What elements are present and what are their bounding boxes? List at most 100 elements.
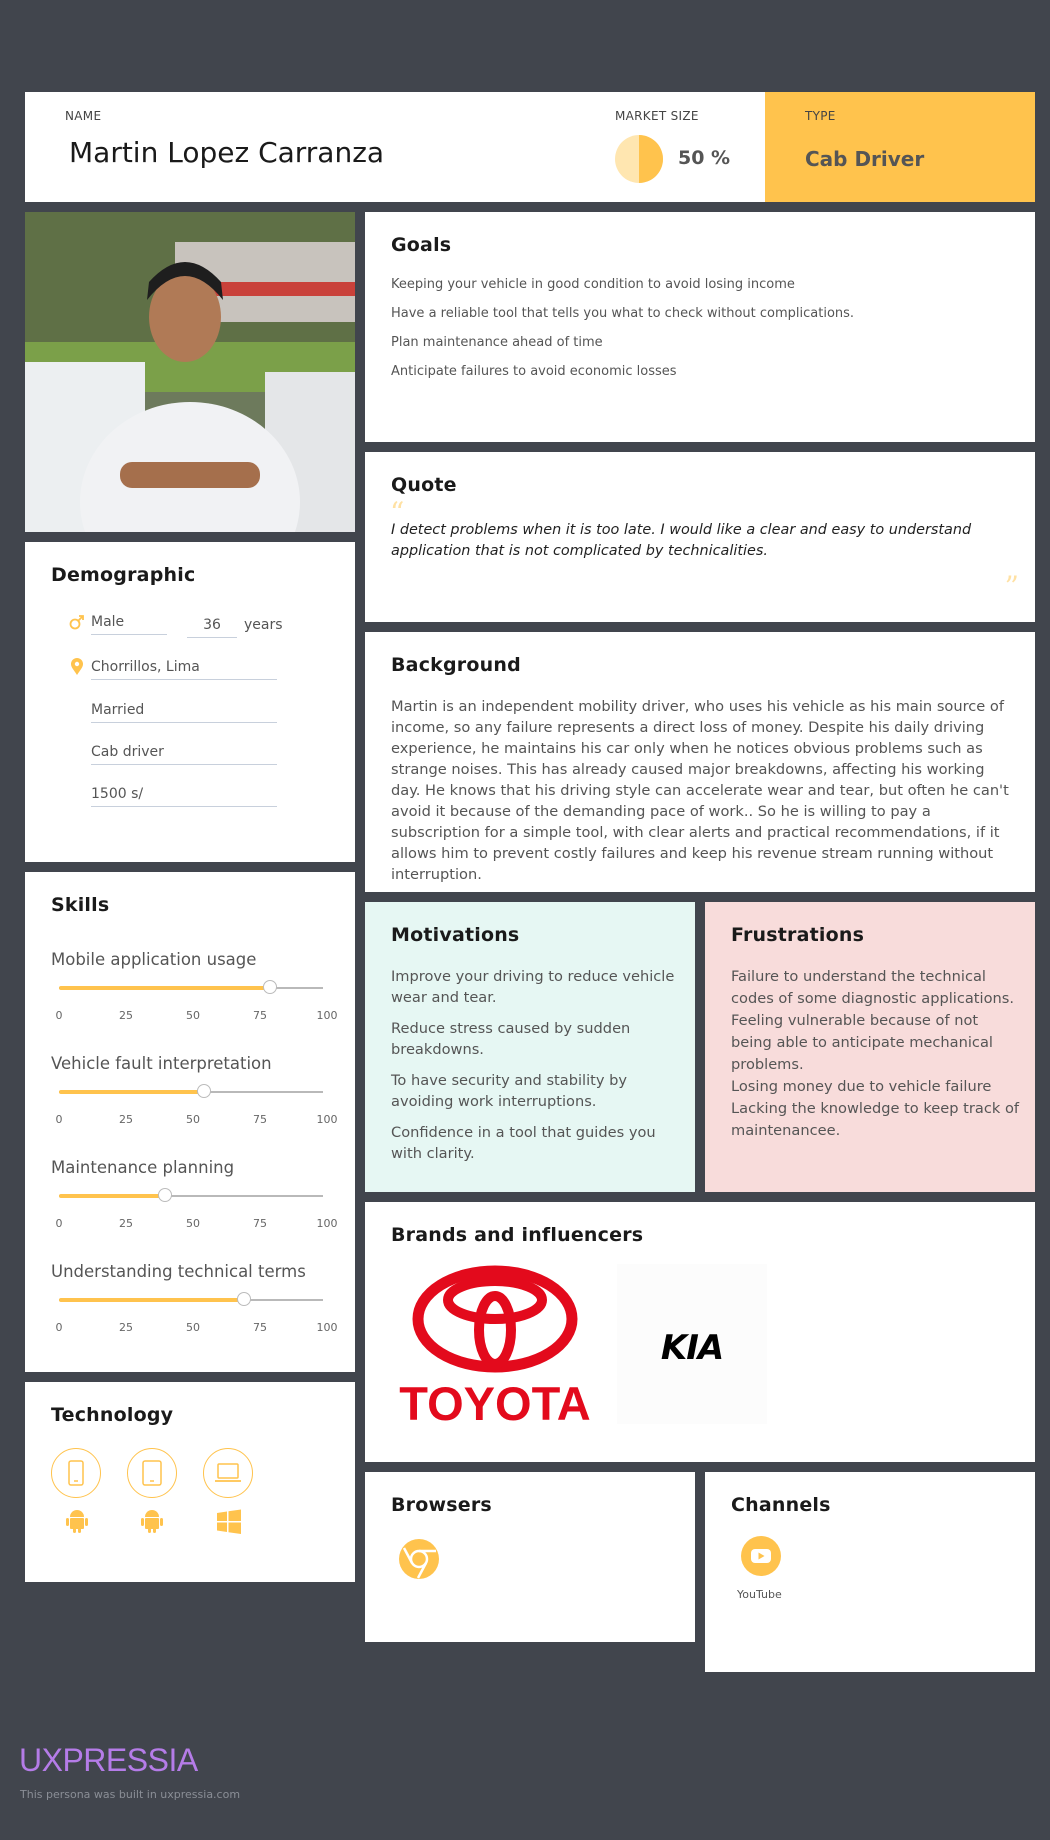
type-value[interactable]: Cab Driver [805, 147, 924, 171]
background-title: Background [391, 654, 521, 676]
skill-tick-label: 100 [316, 1217, 338, 1230]
skill-tick-label: 0 [55, 1113, 63, 1126]
motivations-list: Improve your driving to reduce vehicle w… [391, 966, 681, 1174]
location-pin-icon [70, 658, 84, 681]
persona-photo [25, 212, 355, 532]
frustrations-text: Failure to understand the technical code… [731, 968, 1020, 1139]
name-label: NAME [65, 109, 102, 123]
android-icon [65, 1508, 89, 1539]
photo-illustration [25, 212, 355, 532]
location-field[interactable]: Chorrillos, Lima [91, 659, 277, 680]
skill-tick-label: 50 [186, 1321, 200, 1334]
skill-slider-handle[interactable] [157, 1188, 172, 1202]
marital-status-field[interactable]: Married [91, 702, 277, 723]
type-panel: TYPE Cab Driver [765, 92, 1035, 202]
channels-title: Channels [731, 1494, 831, 1516]
goals-card: Goals Keeping your vehicle in good condi… [365, 212, 1035, 442]
goal-item: Keeping your vehicle in good condition t… [391, 277, 795, 292]
male-icon [69, 614, 85, 635]
persona-name[interactable]: Martin Lopez Carranza [69, 136, 384, 169]
tablet-icon [127, 1448, 177, 1498]
skill-tick-label: 0 [55, 1217, 63, 1230]
frustrations-card: Frustrations Failure to understand the t… [705, 902, 1035, 1192]
age-unit: years [244, 617, 283, 633]
skill-tick-label: 100 [316, 1113, 338, 1126]
header-bar: NAME Martin Lopez Carranza MARKET SIZE 5… [25, 92, 1035, 202]
skills-card: Skills Mobile application usage 0 25 50 75 10… [25, 872, 355, 1372]
android-icon [140, 1508, 164, 1539]
skill-tick-label: 100 [316, 1009, 338, 1022]
channels-card: Channels YouTube [705, 1472, 1035, 1672]
skill-tick-label: 25 [119, 1113, 133, 1126]
age-field[interactable]: 36 [187, 617, 237, 638]
uxpressia-logo[interactable]: UXPRESSIA [19, 1742, 198, 1779]
technology-card: Technology [25, 1382, 355, 1582]
occupation-field[interactable]: Cab driver [91, 744, 277, 765]
income-field[interactable]: 1500 s/ [91, 786, 277, 807]
quote-text: I detect problems when it is too late. I… [391, 522, 972, 559]
youtube-icon [741, 1536, 781, 1581]
close-quote-icon: ” [1004, 570, 1019, 603]
browsers-card: Browsers [365, 1472, 695, 1642]
skill-tick-label: 75 [253, 1113, 267, 1126]
skill-tick-label: 50 [186, 1217, 200, 1230]
quote-card: Quote “ I detect problems when it is too… [365, 452, 1035, 622]
motivation-item: Improve your driving to reduce vehicle w… [391, 968, 675, 1006]
skill-slider-fill [59, 1090, 205, 1094]
market-size-label: MARKET SIZE [615, 109, 699, 123]
windows-icon [216, 1509, 242, 1540]
skill-label: Mobile application usage [51, 950, 257, 969]
skill-label: Understanding technical terms [51, 1262, 306, 1281]
skill-tick-label: 25 [119, 1009, 133, 1022]
skill-tick-label: 75 [253, 1009, 267, 1022]
skill-label: Vehicle fault interpretation [51, 1054, 272, 1073]
background-card: Background Martin is an independent mobi… [365, 632, 1035, 892]
kia-logo: KIA [617, 1264, 767, 1424]
skill-label: Maintenance planning [51, 1158, 235, 1177]
motivations-card: Motivations Improve your driving to redu… [365, 902, 695, 1192]
skill-tick-label: 50 [186, 1009, 200, 1022]
smartphone-icon [51, 1448, 101, 1498]
skill-slider-fill [59, 1194, 165, 1198]
motivations-title: Motivations [391, 924, 520, 946]
footer-note: This persona was built in uxpressia.com [20, 1788, 241, 1801]
brands-card: Brands and influencers TOYOTA KIA [365, 1202, 1035, 1462]
motivation-item: Confidence in a tool that guides you wit… [391, 1124, 656, 1162]
frustrations-title: Frustrations [731, 924, 865, 946]
skill-slider-handle[interactable] [197, 1084, 212, 1098]
type-label: TYPE [805, 109, 836, 123]
skills-title: Skills [51, 894, 110, 916]
goal-item: Anticipate failures to avoid economic lo… [391, 364, 677, 379]
skill-tick-label: 75 [253, 1321, 267, 1334]
demographic-card: Demographic Male 36 years Chorrillos, Li… [25, 542, 355, 862]
kia-wordmark: KIA [661, 1328, 723, 1368]
goals-title: Goals [391, 234, 452, 256]
skill-slider[interactable] [59, 1292, 323, 1306]
brands-title: Brands and influencers [391, 1224, 644, 1246]
skill-tick-label: 0 [55, 1009, 63, 1022]
skill-tick-label: 25 [119, 1217, 133, 1230]
market-size-value: 50 % [678, 147, 731, 169]
skill-slider[interactable] [59, 1084, 323, 1098]
chrome-icon [398, 1538, 440, 1585]
motivation-item: To have security and stability by avoidi… [391, 1072, 628, 1110]
toyota-logo: TOYOTA [391, 1264, 599, 1430]
youtube-label: YouTube [737, 1588, 782, 1601]
quote-title: Quote [391, 474, 457, 496]
skill-tick-label: 0 [55, 1321, 63, 1334]
background-text: Martin is an independent mobility driver… [391, 698, 1009, 883]
skill-slider[interactable] [59, 980, 323, 994]
skill-slider[interactable] [59, 1188, 323, 1202]
skill-tick-label: 100 [316, 1321, 338, 1334]
laptop-icon [203, 1448, 253, 1498]
skill-slider-fill [59, 1298, 244, 1302]
gender-field[interactable]: Male [91, 614, 167, 635]
motivation-item: Reduce stress caused by sudden breakdown… [391, 1020, 631, 1058]
skill-slider-handle[interactable] [263, 980, 278, 994]
goal-item: Have a reliable tool that tells you what… [391, 306, 855, 321]
skill-tick-label: 25 [119, 1321, 133, 1334]
goals-list: Keeping your vehicle in good condition t… [391, 277, 1011, 393]
skill-slider-handle[interactable] [236, 1292, 251, 1306]
toyota-wordmark: TOYOTA [399, 1377, 591, 1424]
browsers-title: Browsers [391, 1494, 492, 1516]
